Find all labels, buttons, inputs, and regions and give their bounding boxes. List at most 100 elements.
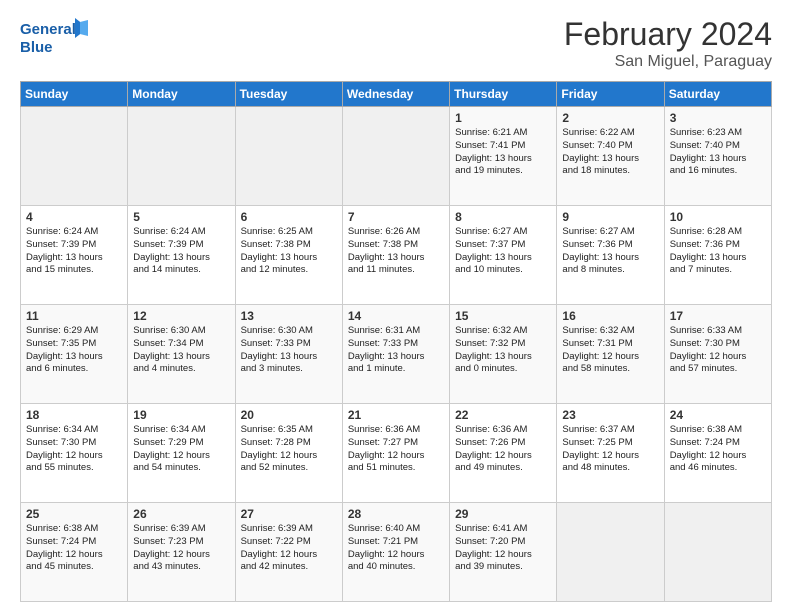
day-cell: 23 Sunrise: 6:37 AM Sunset: 7:25 PM Dayli…: [557, 404, 664, 503]
header: General Blue February 2024 San Miguel, P…: [20, 16, 772, 71]
day-number: 19: [133, 408, 229, 422]
day-number: 29: [455, 507, 551, 521]
day-number: 23: [562, 408, 658, 422]
day-cell: 29 Sunrise: 6:41 AM Sunset: 7:20 PM Dayli…: [450, 503, 557, 602]
col-thursday: Thursday: [450, 82, 557, 107]
calendar-table: SundayMondayTuesdayWednesdayThursdayFrid…: [20, 81, 772, 602]
day-info: Sunrise: 6:38 AM Sunset: 7:24 PM Dayligh…: [26, 523, 122, 574]
title-block: February 2024 San Miguel, Paraguay: [564, 16, 772, 71]
day-cell: 5Sunrise: 6:24 AM Sunset: 7:39 PM Daylig…: [128, 206, 235, 305]
week-row-0: 1 Sunrise: 6:21 AM Sunset: 7:41 PM Daylig…: [21, 107, 772, 206]
day-cell: 21Sunrise: 6:36 AM Sunset: 7:27 PM Dayli…: [342, 404, 449, 503]
day-number: 20: [241, 408, 337, 422]
week-row-2: 11Sunrise: 6:29 AM Sunset: 7:35 PM Dayli…: [21, 305, 772, 404]
day-number: 8: [455, 210, 551, 224]
day-info: Sunrise: 6:41 AM Sunset: 7:20 PM Dayligh…: [455, 523, 551, 574]
day-number: 22: [455, 408, 551, 422]
day-info: Sunrise: 6:38 AM Sunset: 7:24 PM Dayligh…: [670, 424, 766, 475]
week-row-4: 25 Sunrise: 6:38 AM Sunset: 7:24 PM Dayli…: [21, 503, 772, 602]
day-info: Sunrise: 6:24 AM Sunset: 7:39 PM Dayligh…: [26, 226, 122, 277]
day-cell: 12 Sunrise: 6:30 AM Sunset: 7:34 PM Dayli…: [128, 305, 235, 404]
day-cell: 1 Sunrise: 6:21 AM Sunset: 7:41 PM Daylig…: [450, 107, 557, 206]
svg-text:General: General: [20, 21, 76, 38]
day-number: 18: [26, 408, 122, 422]
day-number: 15: [455, 309, 551, 323]
week-row-1: 4 Sunrise: 6:24 AM Sunset: 7:39 PM Daylig…: [21, 206, 772, 305]
col-friday: Friday: [557, 82, 664, 107]
month-year: February 2024: [564, 16, 772, 53]
day-number: 16: [562, 309, 658, 323]
day-number: 9: [562, 210, 658, 224]
day-number: 25: [26, 507, 122, 521]
day-info: Sunrise: 6:27 AM Sunset: 7:37 PM Dayligh…: [455, 226, 551, 277]
col-wednesday: Wednesday: [342, 82, 449, 107]
col-tuesday: Tuesday: [235, 82, 342, 107]
day-info: Sunrise: 6:35 AM Sunset: 7:28 PM Dayligh…: [241, 424, 337, 475]
day-cell: 19 Sunrise: 6:34 AM Sunset: 7:29 PM Dayli…: [128, 404, 235, 503]
day-number: 6: [241, 210, 337, 224]
day-cell: [664, 503, 771, 602]
page: General Blue February 2024 San Miguel, P…: [0, 0, 792, 612]
col-saturday: Saturday: [664, 82, 771, 107]
day-cell: 6 Sunrise: 6:25 AM Sunset: 7:38 PM Daylig…: [235, 206, 342, 305]
day-cell: 16 Sunrise: 6:32 AM Sunset: 7:31 PM Dayli…: [557, 305, 664, 404]
day-cell: [235, 107, 342, 206]
day-info: Sunrise: 6:36 AM Sunset: 7:26 PM Dayligh…: [455, 424, 551, 475]
header-row: SundayMondayTuesdayWednesdayThursdayFrid…: [21, 82, 772, 107]
day-cell: 25 Sunrise: 6:38 AM Sunset: 7:24 PM Dayli…: [21, 503, 128, 602]
week-row-3: 18 Sunrise: 6:34 AM Sunset: 7:30 PM Dayli…: [21, 404, 772, 503]
day-number: 2: [562, 111, 658, 125]
col-sunday: Sunday: [21, 82, 128, 107]
day-info: Sunrise: 6:30 AM Sunset: 7:33 PM Dayligh…: [241, 325, 337, 376]
day-info: Sunrise: 6:31 AM Sunset: 7:33 PM Dayligh…: [348, 325, 444, 376]
day-info: Sunrise: 6:23 AM Sunset: 7:40 PM Dayligh…: [670, 127, 766, 178]
day-info: Sunrise: 6:21 AM Sunset: 7:41 PM Dayligh…: [455, 127, 551, 178]
day-cell: 17 Sunrise: 6:33 AM Sunset: 7:30 PM Dayli…: [664, 305, 771, 404]
day-info: Sunrise: 6:27 AM Sunset: 7:36 PM Dayligh…: [562, 226, 658, 277]
day-info: Sunrise: 6:37 AM Sunset: 7:25 PM Dayligh…: [562, 424, 658, 475]
day-cell: 3 Sunrise: 6:23 AM Sunset: 7:40 PM Daylig…: [664, 107, 771, 206]
day-number: 28: [348, 507, 444, 521]
logo: General Blue: [20, 16, 90, 60]
day-number: 4: [26, 210, 122, 224]
day-info: Sunrise: 6:29 AM Sunset: 7:35 PM Dayligh…: [26, 325, 122, 376]
day-info: Sunrise: 6:30 AM Sunset: 7:34 PM Dayligh…: [133, 325, 229, 376]
day-info: Sunrise: 6:34 AM Sunset: 7:30 PM Dayligh…: [26, 424, 122, 475]
day-cell: 8 Sunrise: 6:27 AM Sunset: 7:37 PM Daylig…: [450, 206, 557, 305]
day-cell: 22 Sunrise: 6:36 AM Sunset: 7:26 PM Dayli…: [450, 404, 557, 503]
day-cell: 9 Sunrise: 6:27 AM Sunset: 7:36 PM Daylig…: [557, 206, 664, 305]
day-cell: 4 Sunrise: 6:24 AM Sunset: 7:39 PM Daylig…: [21, 206, 128, 305]
day-cell: 7Sunrise: 6:26 AM Sunset: 7:38 PM Daylig…: [342, 206, 449, 305]
day-cell: [128, 107, 235, 206]
day-cell: 28Sunrise: 6:40 AM Sunset: 7:21 PM Dayli…: [342, 503, 449, 602]
day-info: Sunrise: 6:22 AM Sunset: 7:40 PM Dayligh…: [562, 127, 658, 178]
day-number: 10: [670, 210, 766, 224]
day-cell: 15 Sunrise: 6:32 AM Sunset: 7:32 PM Dayli…: [450, 305, 557, 404]
logo-svg: General Blue: [20, 16, 90, 60]
day-cell: 24 Sunrise: 6:38 AM Sunset: 7:24 PM Dayli…: [664, 404, 771, 503]
day-info: Sunrise: 6:39 AM Sunset: 7:23 PM Dayligh…: [133, 523, 229, 574]
day-number: 24: [670, 408, 766, 422]
day-info: Sunrise: 6:36 AM Sunset: 7:27 PM Dayligh…: [348, 424, 444, 475]
day-cell: 2 Sunrise: 6:22 AM Sunset: 7:40 PM Daylig…: [557, 107, 664, 206]
day-number: 26: [133, 507, 229, 521]
day-number: 17: [670, 309, 766, 323]
day-info: Sunrise: 6:33 AM Sunset: 7:30 PM Dayligh…: [670, 325, 766, 376]
day-info: Sunrise: 6:39 AM Sunset: 7:22 PM Dayligh…: [241, 523, 337, 574]
day-info: Sunrise: 6:34 AM Sunset: 7:29 PM Dayligh…: [133, 424, 229, 475]
day-cell: 11Sunrise: 6:29 AM Sunset: 7:35 PM Dayli…: [21, 305, 128, 404]
day-cell: 26 Sunrise: 6:39 AM Sunset: 7:23 PM Dayli…: [128, 503, 235, 602]
day-cell: 27Sunrise: 6:39 AM Sunset: 7:22 PM Dayli…: [235, 503, 342, 602]
day-cell: [21, 107, 128, 206]
day-cell: 20 Sunrise: 6:35 AM Sunset: 7:28 PM Dayli…: [235, 404, 342, 503]
day-info: Sunrise: 6:24 AM Sunset: 7:39 PM Dayligh…: [133, 226, 229, 277]
location: San Miguel, Paraguay: [564, 53, 772, 71]
day-number: 12: [133, 309, 229, 323]
day-number: 13: [241, 309, 337, 323]
day-cell: [557, 503, 664, 602]
day-info: Sunrise: 6:32 AM Sunset: 7:32 PM Dayligh…: [455, 325, 551, 376]
day-number: 1: [455, 111, 551, 125]
day-info: Sunrise: 6:25 AM Sunset: 7:38 PM Dayligh…: [241, 226, 337, 277]
day-info: Sunrise: 6:32 AM Sunset: 7:31 PM Dayligh…: [562, 325, 658, 376]
day-number: 3: [670, 111, 766, 125]
